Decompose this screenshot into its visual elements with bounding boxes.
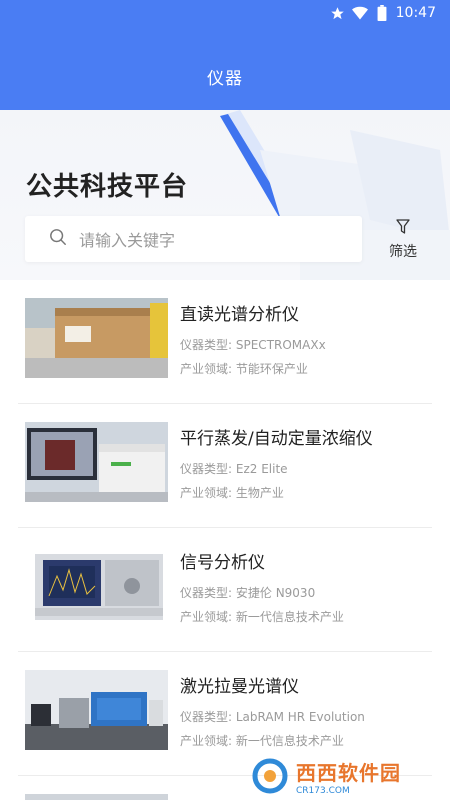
watermark-subtext: CR173.COM [296, 785, 350, 796]
instrument-type: 仪器类型: Ez2 Elite [180, 462, 288, 476]
list-item[interactable]: 直读光谱分析仪 仪器类型: SPECTROMAXx 产业领域: 节能环保产业 [18, 280, 432, 404]
page-title: 仪器 [207, 69, 243, 89]
instrument-field: 产业领域: 生物产业 [180, 486, 284, 500]
instrument-thumbnail [25, 794, 168, 800]
wifi-icon [351, 5, 368, 21]
watermark-icon [252, 758, 288, 794]
instrument-thumbnail [25, 298, 168, 378]
list-item[interactable]: 信号分析仪 仪器类型: 安捷伦 N9030 产业领域: 新一代信息技术产业 [18, 528, 432, 652]
search-input[interactable]: 请输入关键字 [25, 216, 362, 262]
instrument-type: 仪器类型: LabRAM HR Evolution [180, 710, 365, 724]
list-item[interactable]: 平行蒸发/自动定量浓缩仪 仪器类型: Ez2 Elite 产业领域: 生物产业 [18, 404, 432, 528]
instrument-type: 仪器类型: SPECTROMAXx [180, 338, 326, 352]
instrument-list: 直读光谱分析仪 仪器类型: SPECTROMAXx 产业领域: 节能环保产业 平… [0, 280, 450, 800]
filter-icon [396, 219, 410, 239]
hero-title: 公共科技平台 [26, 172, 189, 202]
status-bar: 10:47 [0, 0, 450, 26]
filter-button[interactable]: 筛选 [378, 218, 428, 262]
watermark-text: 西西软件园 [296, 760, 401, 785]
battery-icon [374, 5, 390, 21]
instrument-name: 直读光谱分析仪 [180, 305, 299, 325]
instrument-thumbnail [25, 546, 168, 626]
instrument-thumbnail [25, 670, 168, 750]
instrument-field: 产业领域: 节能环保产业 [180, 362, 308, 376]
instrument-name: 平行蒸发/自动定量浓缩仪 [180, 429, 373, 449]
status-time: 10:47 [395, 5, 436, 21]
instrument-thumbnail [25, 422, 168, 502]
star-icon [330, 5, 346, 21]
instrument-field: 产业领域: 新一代信息技术产业 [180, 734, 344, 748]
app-header: 10:47 仪器 [0, 0, 450, 110]
instrument-name: 信号分析仪 [180, 553, 265, 573]
filter-label: 筛选 [389, 244, 417, 260]
search-placeholder: 请输入关键字 [79, 231, 176, 250]
instrument-name: 激光拉曼光谱仪 [180, 677, 299, 697]
instrument-field: 产业领域: 新一代信息技术产业 [180, 610, 344, 624]
watermark-logo: 西西软件园 CR173.COM [252, 756, 442, 796]
instrument-type: 仪器类型: 安捷伦 N9030 [180, 586, 316, 600]
search-icon [49, 228, 67, 250]
